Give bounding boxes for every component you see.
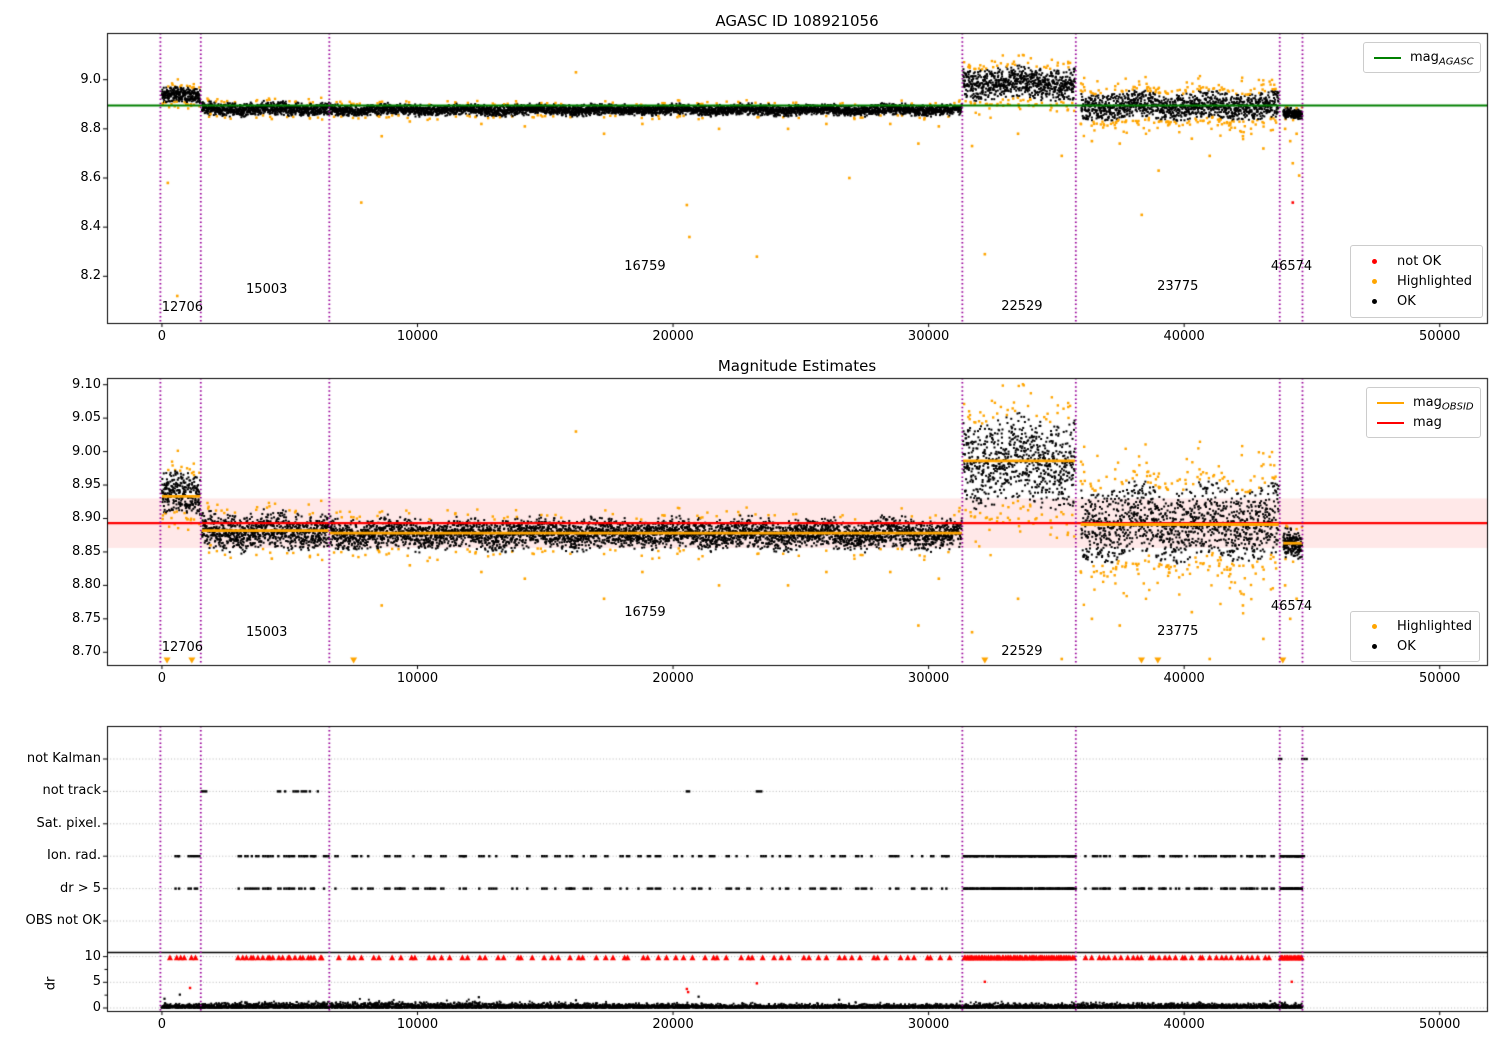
- legend-entry-label: OK: [1397, 294, 1416, 309]
- x-tick-label: 10000: [396, 1017, 439, 1032]
- figure: AGASC ID 108921056 Magnitude Estimates d…: [0, 0, 1500, 1050]
- y-tick-label: 9.10: [72, 376, 101, 392]
- legend-entry: OK: [1361, 294, 1472, 309]
- x-tick-label: 0: [157, 671, 167, 686]
- x-tick-label: 20000: [652, 1017, 694, 1032]
- y-tick-label: 8.2: [80, 268, 101, 284]
- y-tick-label: 9.05: [72, 409, 101, 425]
- y-tick-label: 8.80: [72, 577, 101, 593]
- x-tick-label: 30000: [907, 329, 950, 344]
- legend-entry-label: not OK: [1397, 254, 1442, 269]
- obsid-label: 12706: [161, 299, 204, 315]
- legend-mid-lines: magOBSID mag: [1366, 387, 1481, 438]
- legend-entry: magOBSID: [1377, 395, 1474, 412]
- legend-entry: OK: [1361, 639, 1469, 654]
- y-tick-label: 8.6: [80, 169, 101, 185]
- obsid-label: 23775: [1157, 624, 1199, 640]
- flag-row-label: Ion. rad.: [47, 848, 101, 864]
- x-tick-label: 50000: [1419, 1017, 1461, 1032]
- obsid-label: 16759: [624, 258, 666, 274]
- legend-dot-marker: [1361, 279, 1388, 284]
- x-tick-label: 0: [157, 329, 167, 344]
- dr-tick-label: 5: [92, 974, 101, 990]
- legend-mid-points: Highlighted OK: [1350, 611, 1480, 662]
- obsid-label: 46574: [1270, 258, 1313, 274]
- legend-entry: Highlighted: [1361, 274, 1472, 289]
- legend-dot-marker: [1361, 624, 1388, 629]
- obsid-label: 22529: [1001, 298, 1043, 314]
- obsid-label: 15003: [246, 624, 288, 640]
- legend-top-points: not OK Highlighted OK: [1350, 245, 1483, 318]
- legend-dot-marker: [1361, 259, 1388, 264]
- y-tick-label: 8.8: [80, 120, 101, 136]
- y-tick-label: 8.70: [72, 644, 101, 660]
- obsid-label: 16759: [624, 605, 666, 621]
- flag-row-label: not Kalman: [26, 750, 101, 766]
- top-chart-title: AGASC ID 108921056: [715, 12, 879, 30]
- x-tick-label: 40000: [1163, 329, 1205, 344]
- x-tick-label: 30000: [907, 1017, 950, 1032]
- legend-entry-label: magOBSID: [1413, 395, 1474, 413]
- legend-mag-agasc: magAGASC: [1363, 42, 1481, 73]
- legend-line-swatch: [1374, 56, 1401, 59]
- obsid-label: 22529: [1001, 644, 1043, 660]
- x-tick-label: 10000: [396, 329, 439, 344]
- y-tick-label: 9.0: [80, 71, 101, 87]
- y-tick-label: 8.4: [80, 218, 101, 234]
- legend-entry: mag: [1377, 415, 1470, 430]
- y-tick-label: 8.90: [72, 510, 101, 526]
- x-tick-label: 0: [157, 1017, 167, 1032]
- y-tick-label: 8.75: [72, 610, 101, 626]
- flag-row-label: not track: [42, 783, 101, 799]
- legend-entry-label: OK: [1397, 639, 1416, 654]
- obsid-label: 15003: [246, 281, 288, 297]
- middle-chart-title: Magnitude Estimates: [717, 357, 877, 375]
- obsid-label: 46574: [1270, 599, 1313, 615]
- plots-canvas: [0, 0, 1500, 1050]
- legend-line-swatch: [1377, 401, 1404, 404]
- obsid-label: 23775: [1157, 278, 1199, 294]
- legend-dot-marker: [1361, 644, 1388, 649]
- x-tick-label: 50000: [1419, 329, 1461, 344]
- y-tick-label: 8.85: [72, 543, 101, 559]
- dr-tick-label: 0: [92, 999, 101, 1015]
- y-tick-label: 9.00: [72, 443, 101, 459]
- x-tick-label: 40000: [1163, 671, 1205, 686]
- flag-row-label: Sat. pixel.: [36, 815, 101, 831]
- legend-entry-label: magAGASC: [1410, 50, 1474, 68]
- x-tick-label: 50000: [1419, 671, 1461, 686]
- legend-entry: not OK: [1361, 254, 1472, 269]
- legend-entry: magAGASC: [1374, 50, 1474, 67]
- y-tick-label: 8.95: [72, 476, 101, 492]
- legend-entry-label: Highlighted: [1397, 274, 1472, 289]
- legend-entry-label: mag: [1413, 415, 1442, 430]
- legend-line-swatch: [1377, 421, 1404, 424]
- legend-entry-label: Highlighted: [1397, 619, 1472, 634]
- flag-row-label: dr > 5: [59, 880, 101, 896]
- x-tick-label: 20000: [652, 671, 694, 686]
- x-tick-label: 30000: [907, 671, 950, 686]
- legend-dot-marker: [1361, 299, 1388, 304]
- x-tick-label: 10000: [396, 671, 439, 686]
- x-tick-label: 40000: [1163, 1017, 1205, 1032]
- flag-row-label: OBS not OK: [25, 912, 102, 928]
- x-tick-label: 20000: [652, 329, 694, 344]
- legend-entry: Highlighted: [1361, 619, 1472, 634]
- dr-tick-label: 10: [84, 948, 101, 964]
- obsid-label: 12706: [161, 640, 204, 656]
